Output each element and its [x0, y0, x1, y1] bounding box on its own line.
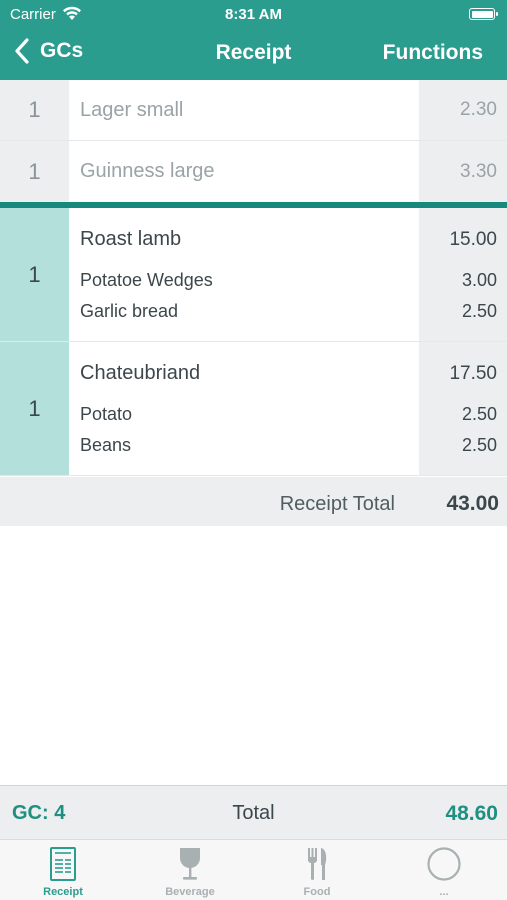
item-quantity: 1	[0, 342, 69, 475]
totals-bar: GC: 4 Total 48.60	[0, 785, 507, 839]
item-price: 2.30	[419, 80, 507, 140]
receipt-item-group[interactable]: 1 Chateubriand 17.50 Potato 2.50 Beans 2…	[0, 342, 507, 476]
tab-label: ...	[439, 886, 449, 898]
battery-icon	[469, 8, 498, 20]
item-quantity: 1	[0, 80, 69, 140]
receipt-total-label: Receipt Total	[279, 493, 395, 515]
extra-name: Potatoe Wedges	[80, 270, 213, 290]
extra-price: 2.50	[461, 404, 497, 424]
item-price: 15.00	[449, 229, 497, 250]
item-name: Lager small	[80, 98, 184, 121]
item-price: 17.50	[449, 363, 497, 384]
receipt-icon	[50, 847, 76, 881]
receipt-item-row[interactable]: 1 Lager small 2.30	[0, 80, 507, 141]
item-quantity: 1	[0, 208, 69, 341]
item-name: Guinness large	[80, 160, 215, 182]
extra-price: 3.00	[461, 270, 497, 290]
tab-label: Beverage	[165, 886, 215, 898]
total-label: Total	[232, 802, 275, 824]
item-name: Chateubriand	[80, 362, 201, 384]
item-quantity: 1	[0, 141, 69, 202]
functions-button[interactable]: Functions	[383, 41, 483, 65]
chevron-left-icon	[15, 38, 29, 64]
status-bar: Carrier 8:31 AM	[0, 0, 507, 28]
back-button[interactable]: GCs	[14, 38, 83, 64]
navigation-bar: GCs Receipt Functions	[0, 30, 507, 76]
tab-receipt[interactable]: Receipt	[0, 840, 126, 900]
wine-glass-icon	[180, 848, 200, 880]
receipt-total-row: Receipt Total 43.00	[0, 477, 507, 526]
receipt-total-value: 43.00	[446, 492, 499, 515]
tab-beverage[interactable]: Beverage	[127, 840, 253, 900]
tab-more[interactable]: ...	[381, 840, 507, 900]
extra-name: Beans	[80, 435, 132, 455]
item-price: 3.30	[419, 141, 507, 202]
tab-bar: Receipt Beverage Food ...	[0, 839, 507, 900]
back-label: GCs	[40, 39, 84, 62]
item-name: Roast lamb	[80, 228, 182, 250]
receipt-list: 1 Lager small 2.30 1 Guinness large 3.30…	[0, 80, 507, 476]
tab-label: Food	[303, 886, 331, 898]
extra-price: 2.50	[461, 301, 497, 321]
extra-name: Garlic bread	[80, 301, 179, 321]
total-value: 48.60	[445, 802, 498, 825]
extra-price: 2.50	[461, 435, 497, 455]
receipt-item-row[interactable]: 1 Guinness large 3.30	[0, 141, 507, 202]
tab-label: Receipt	[43, 886, 83, 898]
status-time: 8:31 AM	[225, 6, 282, 23]
app-header: Carrier 8:31 AM GCs Receipt Functions	[0, 0, 507, 80]
extra-name: Potato	[80, 404, 133, 424]
more-circle-icon	[427, 847, 461, 881]
tab-food[interactable]: Food	[254, 840, 380, 900]
fork-knife-icon	[308, 848, 327, 880]
receipt-item-group[interactable]: 1 Roast lamb 15.00 Potatoe Wedges 3.00 G…	[0, 208, 507, 342]
